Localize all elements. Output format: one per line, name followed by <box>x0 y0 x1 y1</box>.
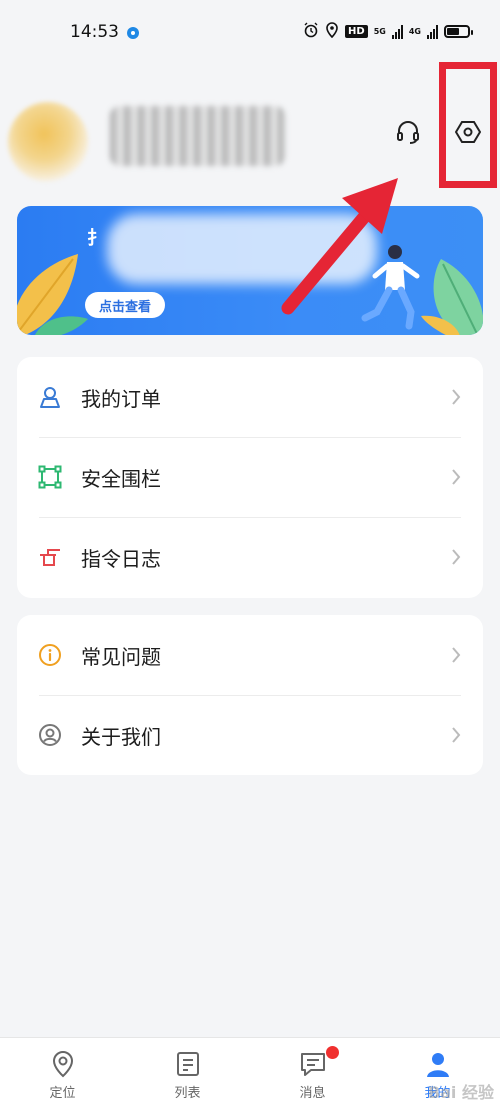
user-circle-icon <box>37 722 63 748</box>
watermark: Bai 经验 <box>427 1083 494 1102</box>
menu-item-label: 我的订单 <box>81 386 161 411</box>
menu-card-secondary: 常见问题 关于我们 <box>17 615 483 775</box>
menu-item-safety-fence[interactable]: 安全围栏 <box>17 437 483 517</box>
status-icons: HD 5G 4G <box>303 22 473 41</box>
chevron-right-icon <box>452 647 461 663</box>
chevron-right-icon <box>452 549 461 565</box>
menu-item-label: 关于我们 <box>81 724 161 749</box>
chevron-right-icon <box>452 469 461 485</box>
menu-item-command-log[interactable]: 指令日志 <box>17 517 483 597</box>
status-time: 14:53 <box>70 22 119 42</box>
network-4g-label: 4G <box>408 26 421 36</box>
person-icon <box>37 384 63 410</box>
customer-service-button[interactable] <box>390 114 426 150</box>
nav-label: 消息 <box>299 1086 326 1101</box>
nav-tab-messages[interactable]: 消息 <box>250 1038 375 1111</box>
location-status-icon <box>325 22 339 41</box>
menu-item-my-orders[interactable]: 我的订单 <box>17 357 483 437</box>
menu-item-about-us[interactable]: 关于我们 <box>17 695 483 775</box>
chevron-right-icon <box>452 389 461 405</box>
user-icon <box>426 1053 449 1077</box>
leaf-decoration-right <box>421 259 483 335</box>
bottom-nav: 定位 列表 消息 我的 Bai 经验 <box>0 1037 500 1111</box>
signal-bars-icon-2 <box>427 24 438 39</box>
leaf-decoration-left <box>17 254 88 335</box>
nav-tab-location[interactable]: 定位 <box>0 1038 125 1111</box>
hd-badge: HD <box>345 25 368 38</box>
promo-banner[interactable]: 扌 点击查看 <box>17 206 483 335</box>
status-bar: 14:53 HD 5G 4G <box>0 0 500 64</box>
command-icon <box>37 544 63 570</box>
headset-icon <box>397 121 419 144</box>
annotation-highlight-box <box>439 62 497 188</box>
message-icon <box>300 1053 325 1076</box>
nav-tab-list[interactable]: 列表 <box>125 1038 250 1111</box>
info-icon <box>37 642 63 668</box>
list-icon <box>176 1052 199 1076</box>
menu-item-label: 常见问题 <box>81 644 161 669</box>
signal-bars-icon <box>391 24 403 39</box>
view-details-button[interactable]: 点击查看 <box>85 292 166 318</box>
battery-icon <box>444 25 473 38</box>
chevron-right-icon <box>452 727 461 743</box>
menu-card-primary: 我的订单 安全围栏 指令日志 <box>17 357 483 598</box>
banner-title: 扌 <box>87 228 105 249</box>
avatar[interactable] <box>8 102 88 182</box>
app-notification-icon <box>127 27 139 39</box>
nav-label: 定位 <box>49 1086 76 1101</box>
menu-item-faq[interactable]: 常见问题 <box>17 615 483 695</box>
alarm-icon <box>303 22 319 41</box>
unread-badge <box>326 1046 339 1059</box>
location-pin-icon <box>52 1051 73 1078</box>
menu-item-label: 指令日志 <box>81 546 161 571</box>
nav-label: 列表 <box>174 1086 201 1101</box>
fence-icon <box>37 464 63 490</box>
network-5g-label: 5G <box>373 26 386 36</box>
menu-item-label: 安全围栏 <box>81 466 161 491</box>
user-name-redacted <box>110 106 285 166</box>
annotation-arrow <box>281 178 398 315</box>
profile-header <box>0 80 500 190</box>
